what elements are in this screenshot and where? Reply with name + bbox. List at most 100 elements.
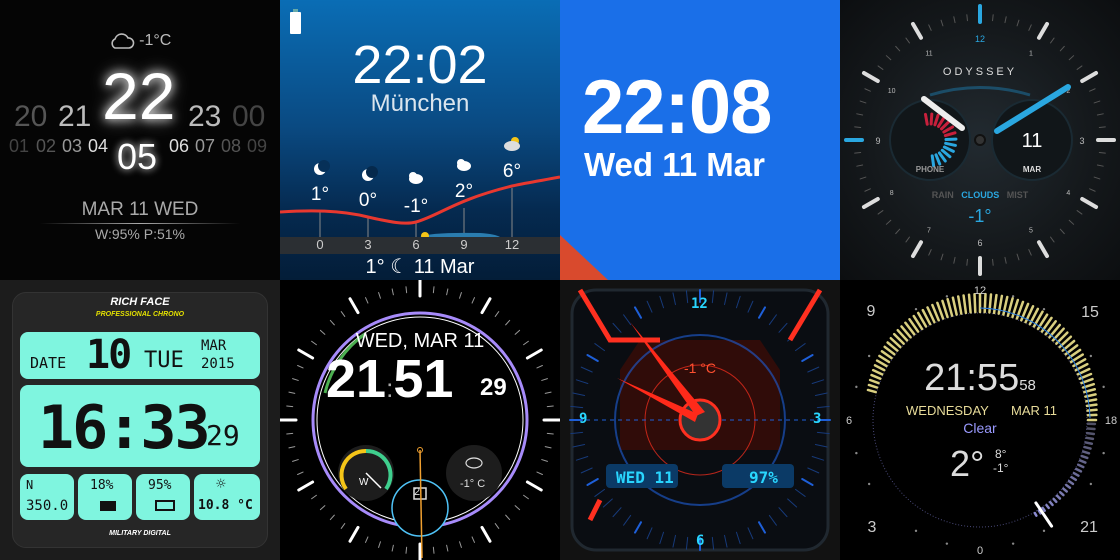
gauge-segment <box>944 141 957 147</box>
watchface-tron-hud[interactable]: -1 °C WED 11 97% 12 3 6 9 <box>560 280 840 560</box>
weekday: TUE <box>144 348 184 373</box>
hour-label: 20 <box>14 100 48 133</box>
minute-marker <box>459 541 462 548</box>
hour-marker <box>1037 240 1049 259</box>
minute-marker <box>544 446 552 449</box>
hour-dot <box>1089 482 1093 486</box>
dial-number: 7 <box>927 227 931 234</box>
temperature-panel: ☼ 10.8 °C <box>194 474 260 520</box>
hour-dot <box>1042 529 1046 533</box>
watchface-hour-strip[interactable]: -1°C 20 21 22 23 00 01 02 03 04 05 06 07… <box>0 0 280 280</box>
minutes: 51 <box>393 349 454 409</box>
minute-marker <box>544 391 552 394</box>
hour-marker <box>348 525 360 543</box>
year: 2015 <box>201 356 235 372</box>
status-readout: W:95% P:51% <box>94 226 185 242</box>
accent-corner <box>560 235 608 280</box>
hour-marker <box>911 21 923 40</box>
minute-marker <box>895 45 901 52</box>
brand-subtitle: PROFESSIONAL CHRONO <box>95 311 185 318</box>
minute-marker <box>446 288 449 296</box>
condition-label: MIST <box>1006 190 1029 200</box>
dial-number: 6 <box>696 533 705 549</box>
minute-marker <box>340 311 346 317</box>
minute-marker <box>514 505 521 511</box>
minute-marker <box>1093 100 1101 104</box>
minute-label: 09 <box>247 136 268 156</box>
cloud-icon <box>111 33 134 49</box>
daylight-segment <box>1086 408 1098 412</box>
evening-segment <box>1072 471 1080 477</box>
minute-marker <box>940 19 944 27</box>
watchface-rich-face[interactable]: RICH FACE PROFESSIONAL CHRONO DATE 10 TU… <box>0 280 280 560</box>
minute-label: 01 <box>9 136 30 156</box>
minute-marker <box>340 523 346 529</box>
date-number: 11 <box>1022 130 1043 152</box>
current-hour: 22 <box>102 59 176 133</box>
minute-marker <box>1004 256 1007 264</box>
gauge-segment <box>929 112 934 126</box>
minute-marker <box>854 152 862 154</box>
minute-label: 08 <box>221 136 242 156</box>
hour-dot <box>914 529 918 533</box>
axis-tick-label: 6 <box>412 237 420 252</box>
hour-dot <box>855 451 858 455</box>
hour-marker <box>911 240 923 259</box>
daylight-segment <box>992 293 998 315</box>
calendar-count: 2 <box>414 486 421 498</box>
watchface-material-blue[interactable]: 22:08 Wed 11 Mar <box>560 0 840 280</box>
condition-label-active: CLOUDS <box>961 190 1000 200</box>
temperature: 10.8 °C <box>198 498 253 513</box>
hour-marker <box>348 297 360 315</box>
evening-segment <box>1082 450 1091 455</box>
brand-title: RICH FACE <box>110 296 170 308</box>
weather-readout: -1°C <box>0 32 280 50</box>
daylight-segment <box>941 299 949 319</box>
evening-segment <box>1033 511 1038 517</box>
minute-marker <box>1059 228 1065 235</box>
moon-icon <box>314 160 330 175</box>
seconds: 29 <box>480 374 507 401</box>
moon-icon: ☾ <box>390 256 409 278</box>
evening-segment <box>1052 497 1058 504</box>
hour-dot <box>1011 542 1015 545</box>
watchface-munchen-weather[interactable]: 22:02 München 1° 0° -1° 2° 6° 0 3 6 9 12 <box>280 0 560 280</box>
forecast-temp: 1° <box>310 184 330 205</box>
glow-arc <box>929 86 1031 97</box>
minute-marker <box>292 378 299 381</box>
dial-number: 11 <box>925 51 932 58</box>
compass-value: 350.0 <box>26 498 69 514</box>
minute-marker <box>859 100 867 104</box>
time-display: 21:51 <box>326 349 454 409</box>
watchface-analog-digital[interactable]: 1° ☾ 11 Mar WED, MAR 11 21:51 29 W 2 -1°… <box>280 256 560 560</box>
minute-marker <box>391 544 394 552</box>
minute-marker <box>405 286 408 294</box>
watchface-odyssey[interactable]: 12 1 2 3 4 5 6 7 8 9 10 11 PHONE 11 MAR ODYSSEY RAIN C… <box>840 0 1120 280</box>
wind-label: W <box>359 477 369 488</box>
dial-number: 0 <box>976 545 984 557</box>
hour-marker <box>480 525 492 543</box>
evening-segment <box>1078 459 1087 464</box>
daylight-segment <box>997 294 1004 315</box>
hour-label: 23 <box>188 100 222 133</box>
minute-marker <box>953 16 956 24</box>
phone-battery-panel: 95% <box>136 474 190 520</box>
daylight-segment <box>956 295 963 315</box>
dial-number: 3 <box>1079 136 1084 146</box>
minute-marker <box>1068 55 1075 61</box>
minute-label: 06 <box>169 136 190 156</box>
dial-number: 21 <box>1080 519 1098 536</box>
minute-marker <box>523 494 529 500</box>
minute-marker <box>1098 126 1106 128</box>
date-label: Wed 11 Mar <box>584 146 765 183</box>
forecast-temp: 2° <box>454 181 474 202</box>
watchface-sun-arc[interactable]: 12 15 18 21 0 3 6 9 21:5558 WEDNESDAY MA… <box>840 280 1120 560</box>
dial-number: 5 <box>1029 227 1033 234</box>
evening-segment <box>1062 487 1068 493</box>
dial-number: 9 <box>875 136 880 146</box>
analog-dial <box>280 280 560 560</box>
temperature: -1°C <box>139 32 172 49</box>
axis-tick-label: 12 <box>504 237 520 252</box>
date-label: MAR 11 WED <box>81 199 199 220</box>
minute-strip: 01 02 03 04 05 06 07 08 09 <box>0 136 280 180</box>
